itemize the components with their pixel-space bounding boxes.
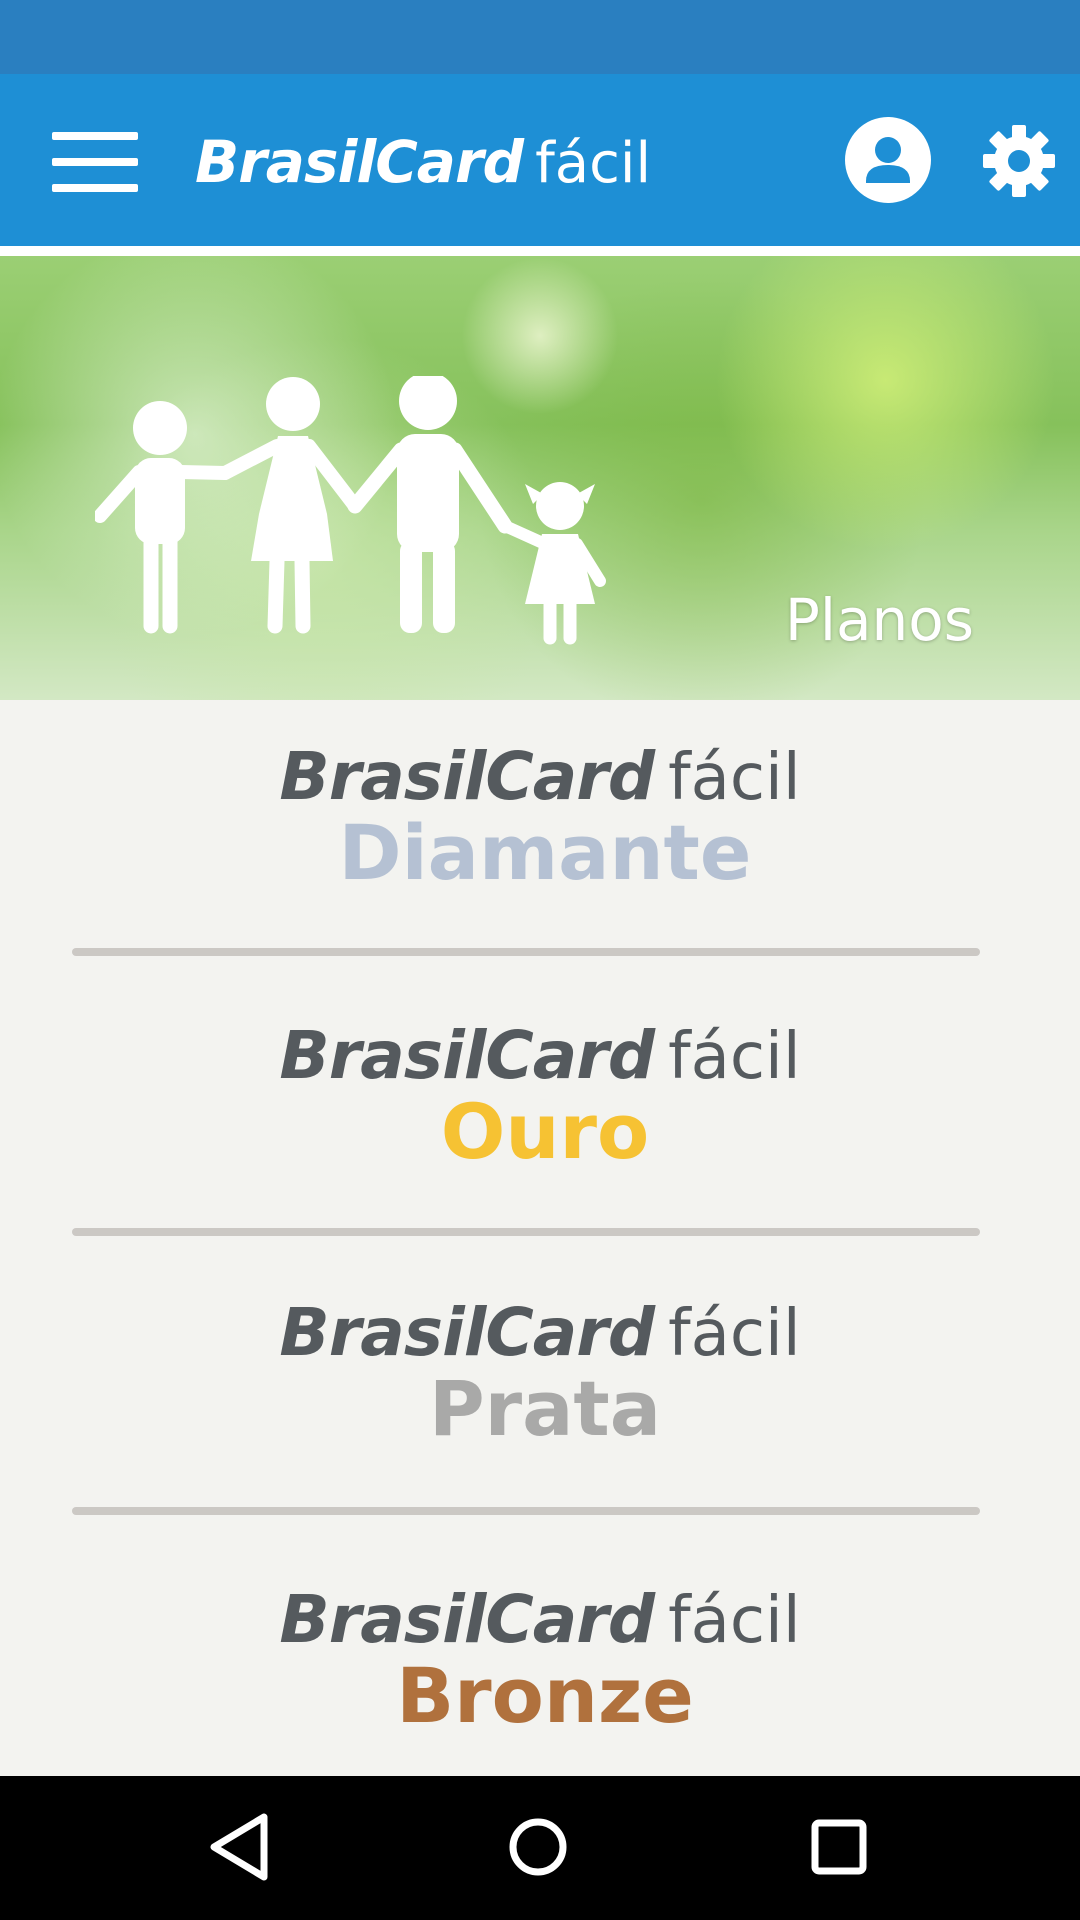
plans-banner: Planos xyxy=(0,256,1080,700)
plan-brand-light: fácil xyxy=(668,1020,801,1094)
home-icon xyxy=(509,1818,567,1876)
divider xyxy=(72,1507,980,1515)
plan-brand-light: fácil xyxy=(668,1584,801,1658)
plan-name: Prata xyxy=(428,1364,662,1453)
plan-brand-bold: BrasilCard xyxy=(279,1294,655,1371)
family-silhouette-icon xyxy=(95,376,606,645)
plan-brand: BrasilCard fácil xyxy=(0,1581,1080,1659)
recents-button[interactable] xyxy=(799,1807,879,1887)
plan-brand: BrasilCard fácil xyxy=(0,738,1080,816)
divider xyxy=(72,1228,980,1236)
plan-item-ouro[interactable]: BrasilCard fácil Ouro xyxy=(0,1017,1080,1176)
app-bar-divider xyxy=(0,246,1080,256)
plan-brand: BrasilCard fácil xyxy=(0,1017,1080,1095)
hamburger-menu-icon-bar xyxy=(52,158,138,166)
user-profile-icon xyxy=(845,117,931,203)
plan-item-bronze[interactable]: BrasilCard fácil Bronze xyxy=(0,1581,1080,1740)
divider xyxy=(72,948,980,956)
plan-brand-light: fácil xyxy=(668,1297,801,1371)
app-title: BrasilCard fácil xyxy=(195,122,651,202)
hamburger-menu-icon-bar xyxy=(52,184,138,192)
plan-brand-light: fácil xyxy=(668,741,801,815)
app-title-light: fácil xyxy=(535,131,651,196)
plan-brand: BrasilCard fácil xyxy=(0,1294,1080,1372)
banner-title: Planos xyxy=(784,586,974,654)
plan-brand-bold: BrasilCard xyxy=(279,738,655,815)
hamburger-menu-icon xyxy=(52,132,138,140)
plan-name: Diamante xyxy=(338,808,752,897)
gear-icon xyxy=(983,125,1055,197)
plan-name: Bronze xyxy=(396,1651,694,1740)
menu-button[interactable] xyxy=(42,122,142,202)
status-bar xyxy=(0,0,1080,74)
back-button[interactable] xyxy=(200,1807,280,1887)
plan-item-prata[interactable]: BrasilCard fácil Prata xyxy=(0,1294,1080,1453)
settings-button[interactable] xyxy=(983,125,1055,197)
profile-button[interactable] xyxy=(845,117,931,203)
recents-icon xyxy=(811,1819,867,1875)
plan-name: Ouro xyxy=(440,1087,650,1176)
home-button[interactable] xyxy=(498,1807,578,1887)
back-icon xyxy=(210,1813,268,1881)
plan-brand-bold: BrasilCard xyxy=(279,1017,655,1094)
plan-item-diamante[interactable]: BrasilCard fácil Diamante xyxy=(0,738,1080,897)
plan-brand-bold: BrasilCard xyxy=(279,1581,655,1658)
app-title-bold: BrasilCard xyxy=(195,128,524,196)
